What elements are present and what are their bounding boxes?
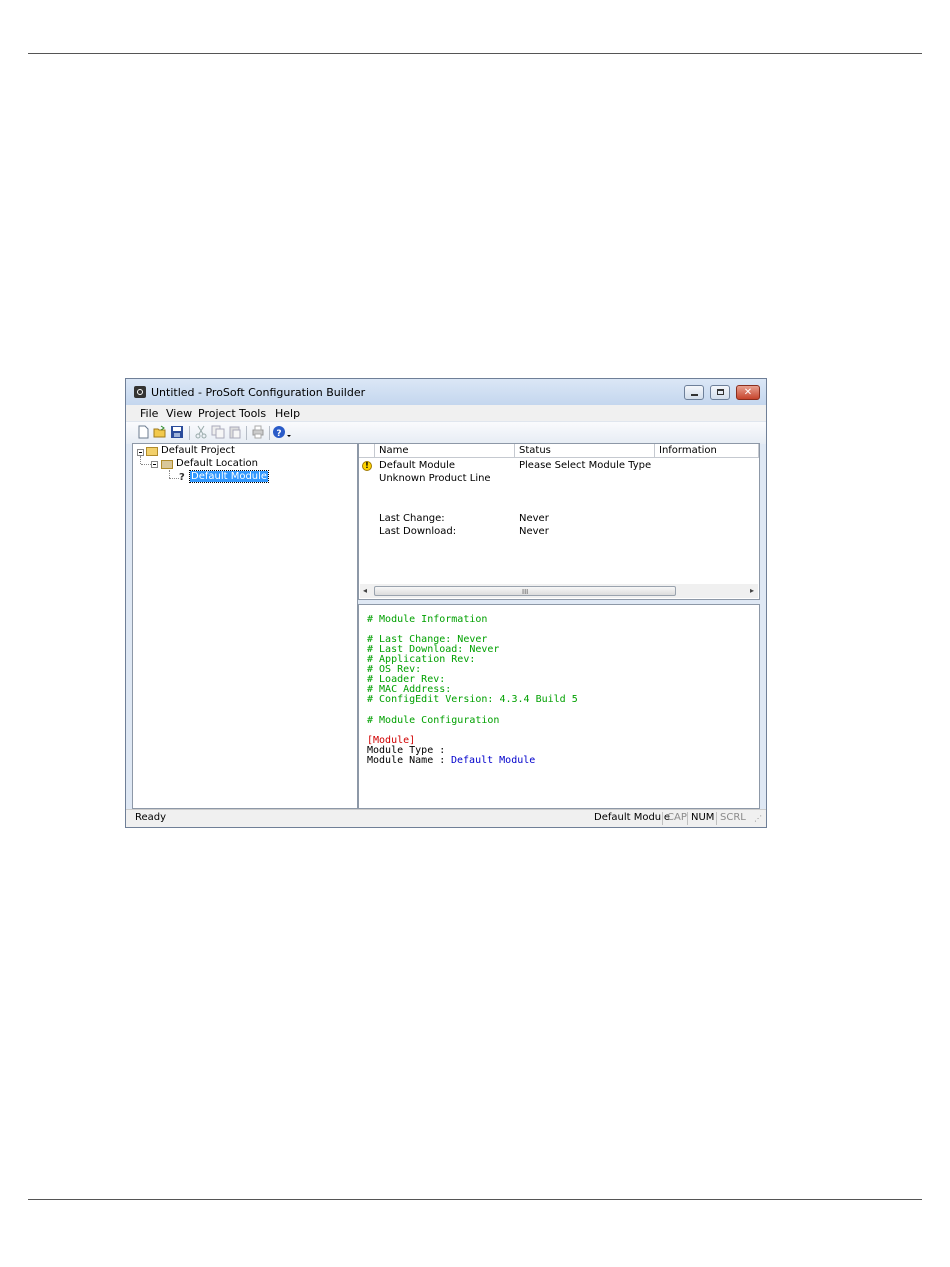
status-scrl: SCRL xyxy=(720,812,746,823)
status-bar: Ready Default Module CAP NUM SCRL ⋰ xyxy=(126,809,766,827)
status-module: Default Module xyxy=(594,812,671,823)
menu-help[interactable]: Help xyxy=(275,407,300,420)
config-text-pane[interactable]: # Module Information # Last Change: Neve… xyxy=(358,604,760,809)
config-value: Default Module xyxy=(451,755,536,766)
config-heading: # Module Configuration xyxy=(367,715,500,726)
maximize-icon xyxy=(717,389,724,395)
print-icon[interactable] xyxy=(251,425,265,439)
list-item[interactable]: Unknown Product Line xyxy=(379,473,491,484)
config-heading: # Module Information xyxy=(367,614,488,625)
column-header-blank[interactable] xyxy=(359,444,375,458)
unknown-module-icon: ? xyxy=(179,472,185,483)
project-tree[interactable]: Default Project Default Location ? Defau… xyxy=(132,443,358,809)
scroll-left-icon[interactable]: ◂ xyxy=(363,586,367,595)
app-window: Untitled - ProSoft Configuration Builder… xyxy=(125,378,767,828)
warning-icon: ! xyxy=(362,461,372,471)
paste-icon[interactable] xyxy=(228,425,242,439)
new-icon[interactable] xyxy=(136,425,150,439)
tree-line xyxy=(140,456,141,464)
chevron-down-icon[interactable] xyxy=(286,425,292,439)
menu-bar: File View Project Tools Help xyxy=(126,405,766,421)
scroll-thumb[interactable]: III xyxy=(374,586,676,596)
copy-icon[interactable] xyxy=(211,425,225,439)
cut-icon[interactable] xyxy=(194,425,208,439)
svg-text:?: ? xyxy=(276,429,281,439)
toolbar-separator xyxy=(269,426,270,440)
tree-node-module[interactable]: Default Module xyxy=(188,470,270,483)
resize-grip-icon[interactable]: ⋰ xyxy=(754,814,762,823)
menu-project[interactable]: Project xyxy=(198,407,236,420)
help-icon[interactable]: ? xyxy=(272,425,286,439)
menu-view[interactable]: View xyxy=(166,407,192,420)
status-separator xyxy=(662,812,663,825)
tree-node-project[interactable]: Default Project xyxy=(161,445,235,456)
tree-node-location[interactable]: Default Location xyxy=(176,458,258,469)
toolbar-separator xyxy=(189,426,190,440)
column-header-status[interactable]: Status xyxy=(515,444,655,458)
column-header-name[interactable]: Name xyxy=(375,444,515,458)
tree-line xyxy=(169,470,170,478)
save-icon[interactable] xyxy=(170,425,184,439)
scroll-right-icon[interactable]: ▸ xyxy=(750,586,754,595)
column-header-information[interactable]: Information xyxy=(655,444,759,458)
list-item[interactable]: Last Change: xyxy=(379,513,445,524)
menu-tools[interactable]: Tools xyxy=(239,407,266,420)
status-separator xyxy=(716,812,717,825)
module-list: Name Status Information ! Default Module… xyxy=(358,443,760,600)
scroll-grip: III xyxy=(522,588,529,596)
horizontal-scrollbar[interactable]: ◂ III ▸ xyxy=(360,584,758,598)
page-top-rule xyxy=(28,53,922,54)
title-bar[interactable]: Untitled - ProSoft Configuration Builder… xyxy=(126,379,766,405)
folder-icon xyxy=(146,447,158,456)
window-title: Untitled - ProSoft Configuration Builder xyxy=(151,386,366,399)
list-item[interactable]: Default Module xyxy=(379,460,455,471)
status-text: Ready xyxy=(135,812,167,823)
list-item-status: Never xyxy=(519,526,549,537)
config-line: # ConfigEdit Version: 4.3.4 Build 5 xyxy=(367,694,578,705)
close-icon: ✕ xyxy=(743,387,753,398)
maximize-button[interactable] xyxy=(710,385,730,400)
menu-file[interactable]: File xyxy=(140,407,158,420)
page-bottom-rule xyxy=(28,1199,922,1200)
list-item-status: Never xyxy=(519,513,549,524)
open-icon[interactable] xyxy=(153,425,167,439)
list-item-status: Please Select Module Type xyxy=(519,460,652,471)
location-icon xyxy=(161,460,173,469)
status-separator xyxy=(687,812,688,825)
close-button[interactable]: ✕ xyxy=(736,385,760,400)
tree-line xyxy=(169,478,179,479)
config-line: Module Name : xyxy=(367,755,446,766)
app-icon[interactable] xyxy=(134,386,146,398)
minimize-icon xyxy=(691,394,698,396)
toolbar-separator xyxy=(246,426,247,440)
tree-line xyxy=(141,464,151,465)
minimize-button[interactable] xyxy=(684,385,704,400)
list-item[interactable]: Last Download: xyxy=(379,526,456,537)
collapse-icon[interactable] xyxy=(137,449,144,456)
status-num: NUM xyxy=(691,812,715,823)
collapse-icon[interactable] xyxy=(151,461,158,468)
status-cap: CAP xyxy=(667,812,687,823)
toolbar: ? xyxy=(126,421,766,444)
